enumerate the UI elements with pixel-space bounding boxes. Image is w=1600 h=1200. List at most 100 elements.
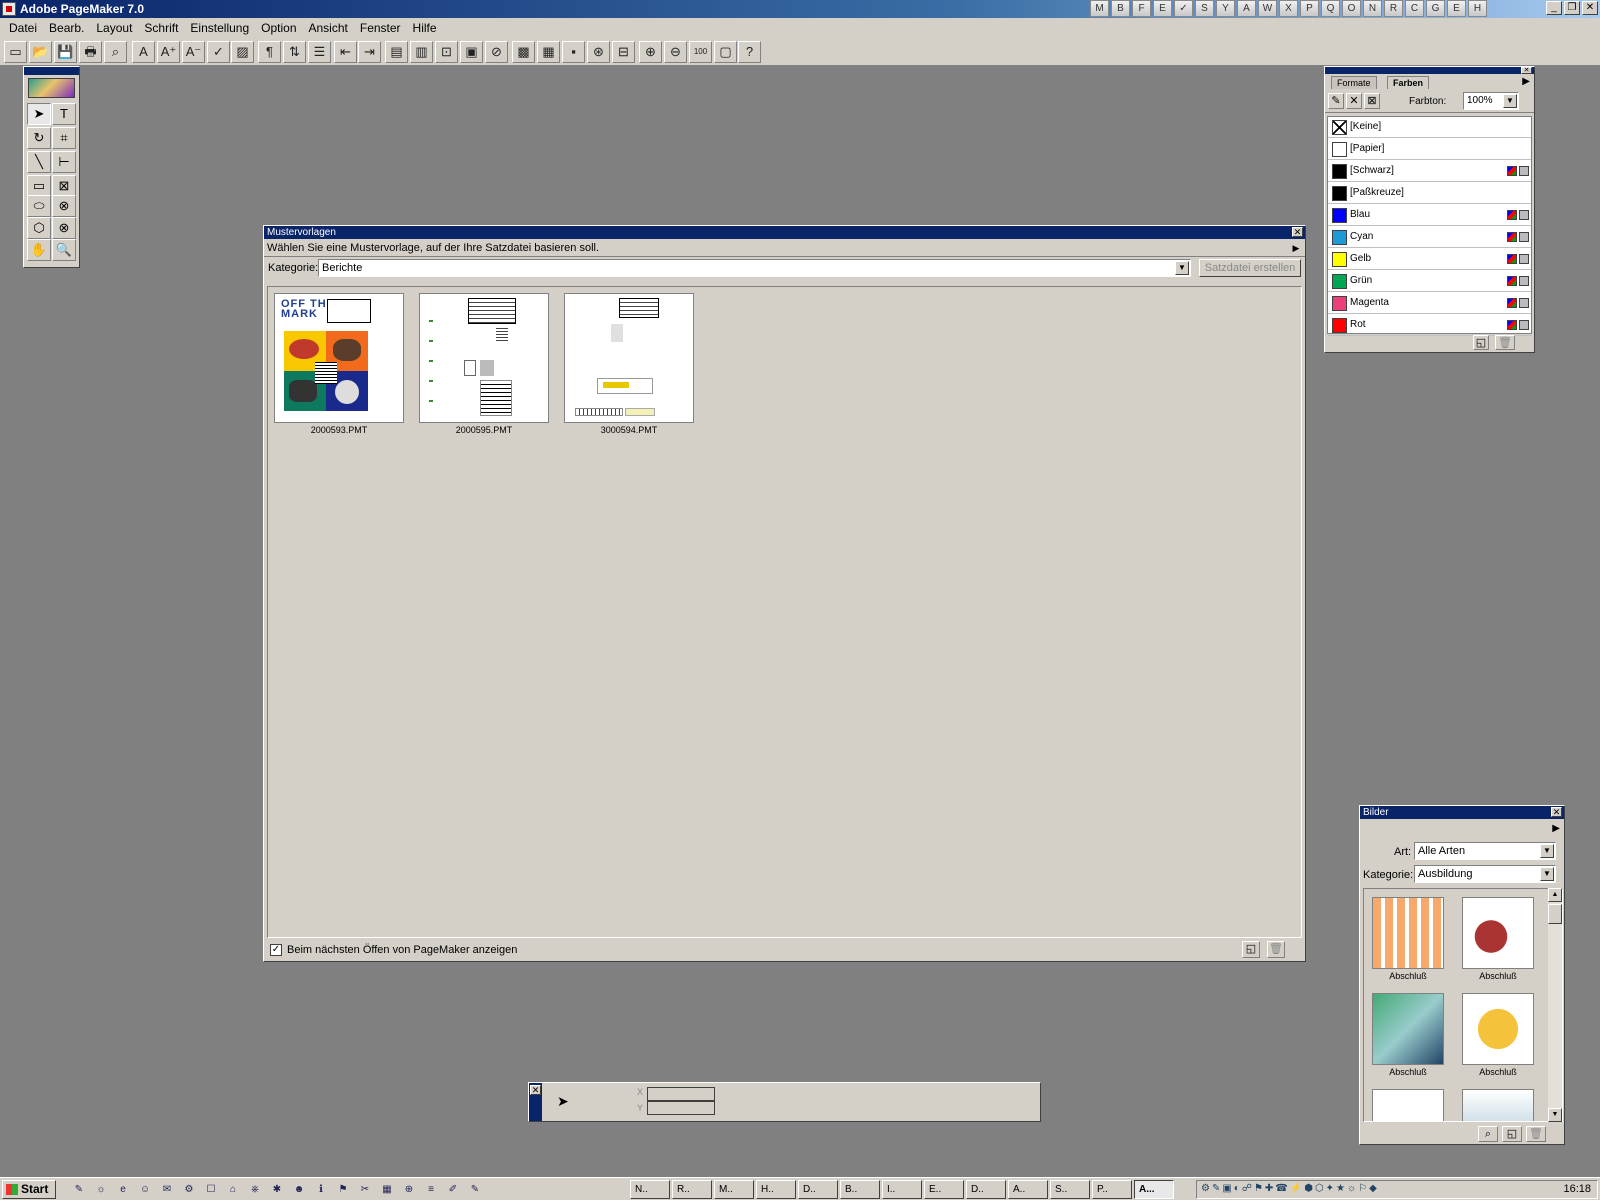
image-thumbnail[interactable] [1372,1089,1444,1121]
image-thumbnail[interactable] [1462,1089,1534,1121]
find-icon[interactable]: ⌕ [104,41,127,63]
taskbar-task-button[interactable]: H.. [756,1180,796,1199]
templates-category-select[interactable]: Berichte ▼ [318,259,1191,277]
title-launch-icon[interactable]: F [1132,0,1151,17]
taskbar-task-button[interactable]: S.. [1050,1180,1090,1199]
title-launch-icon[interactable]: P [1300,0,1319,17]
decrease-size-icon[interactable]: A⁻ [182,41,205,63]
taskbar-task-button[interactable]: E.. [924,1180,964,1199]
title-launch-icon[interactable]: E [1447,0,1466,17]
quick-launch-icon[interactable]: ☐ [202,1181,220,1198]
scroll-thumb[interactable] [1548,904,1562,924]
quick-launch-icon[interactable]: ✐ [444,1181,462,1198]
100-percent-icon[interactable]: 100 [689,41,712,63]
quick-launch-icon[interactable]: ⎈ [246,1181,264,1198]
indent-left-icon[interactable]: ⇤ [334,41,357,63]
templates-title-bar[interactable]: Mustervorlagen ✕ [264,226,1305,239]
taskbar-task-button[interactable]: D.. [966,1180,1006,1199]
taskbar-task-button[interactable]: A... [1134,1180,1174,1199]
binoculars-icon[interactable]: ⌕ [1478,1126,1498,1142]
bullets-icon[interactable]: ☰ [308,41,331,63]
quick-launch-icon[interactable]: ✱ [268,1181,286,1198]
quick-launch-icon[interactable]: e [114,1181,132,1198]
zoom-tool-icon[interactable]: 🔍 [52,239,76,261]
quick-launch-icon[interactable]: ℹ [312,1181,330,1198]
trash-icon[interactable]: 🗑 [1267,941,1285,958]
chevron-down-icon[interactable]: ▼ [1540,844,1554,858]
zoom-out-icon[interactable]: ⊖ [664,41,687,63]
quick-launch-icon[interactable]: ☼ [92,1181,110,1198]
crop-tool-icon[interactable]: ⌗ [52,127,76,149]
new-template-icon[interactable]: ◱ [1242,941,1260,958]
templates-close-button[interactable]: ✕ [1292,227,1303,237]
fill-icon[interactable]: ▨ [231,41,254,63]
trash-icon[interactable]: 🗑 [1526,1126,1546,1142]
title-launch-icon[interactable]: S [1195,0,1214,17]
quick-launch-icon[interactable]: ▦ [378,1181,396,1198]
place-icon[interactable]: ⊡ [435,41,458,63]
taskbar-task-button[interactable]: M.. [714,1180,754,1199]
title-launch-icon[interactable]: H [1468,0,1487,17]
quick-launch-icon[interactable]: ⊕ [400,1181,418,1198]
template-thumbnail[interactable] [419,293,549,423]
menu-ansicht[interactable]: Ansicht [303,21,354,35]
quick-launch-icon[interactable]: ⌂ [224,1181,242,1198]
fill-and-stroke-icon[interactable]: ⊠ [1364,93,1380,109]
new-image-icon[interactable]: ◱ [1502,1126,1522,1142]
stroke-icon[interactable]: ✎ [1328,93,1344,109]
image-icon[interactable]: ▦ [537,41,560,63]
quick-launch-icon[interactable]: ⚙ [180,1181,198,1198]
quick-launch-icon[interactable]: ✎ [70,1181,88,1198]
taskbar-task-button[interactable]: B.. [840,1180,880,1199]
rotate-tool-icon[interactable]: ↻ [27,127,51,149]
tab-formate[interactable]: Formate [1331,76,1377,89]
character-spec-icon[interactable]: A [132,41,155,63]
new-document-icon[interactable]: ▭ [4,41,27,63]
menu-option[interactable]: Option [255,21,302,35]
quick-launch-icon[interactable]: ☺ [136,1181,154,1198]
title-launch-icon[interactable]: Q [1321,0,1340,17]
new-color-icon[interactable]: ◱ [1473,335,1489,350]
polygon-frame-tool-icon[interactable]: ⊗ [52,217,76,239]
title-launch-icon[interactable]: B [1111,0,1130,17]
title-launch-icon[interactable]: M [1090,0,1109,17]
image-thumbnail[interactable] [1372,897,1444,969]
pages-icon[interactable]: ▥ [410,41,433,63]
control-palette-caption[interactable]: ✕ [529,1083,542,1121]
title-launch-icon[interactable]: G [1426,0,1445,17]
color-swatch-row[interactable]: [Keine] [1328,117,1531,138]
image-thumbnail[interactable] [1462,993,1534,1065]
templates-menu-arrow-icon[interactable]: ▶ [1290,241,1302,255]
taskbar-task-button[interactable]: D.. [798,1180,838,1199]
rectangle-frame-tool-icon[interactable]: ⊠ [52,175,76,197]
scroll-down-icon[interactable]: ▼ [1548,1108,1562,1122]
open-icon[interactable]: 📂 [29,41,52,63]
taskbar-task-button[interactable]: I.. [882,1180,922,1199]
quick-launch-icon[interactable]: ⚑ [334,1181,352,1198]
taskbar-task-button[interactable]: R.. [672,1180,712,1199]
menu-layout[interactable]: Layout [90,21,138,35]
restore-button[interactable]: ❐ [1564,1,1580,15]
print-icon[interactable]: 🖶 [79,41,102,63]
color-swatch-row[interactable]: Blau [1328,205,1531,226]
start-button[interactable]: Start [2,1180,56,1199]
show-on-startup-checkbox[interactable]: ✓ [270,944,282,956]
line-tool-icon[interactable]: ╲ [27,151,51,173]
title-launch-icon[interactable]: X [1279,0,1298,17]
tab-farben[interactable]: Farben [1387,76,1430,89]
images-panel-menu-arrow-icon[interactable]: ▶ [1552,823,1560,834]
images-type-select[interactable]: Alle Arten ▼ [1414,842,1556,860]
template-thumbnail[interactable]: OFF THE MARK [274,293,404,423]
title-launch-icon[interactable]: O [1342,0,1361,17]
zoom-in-icon[interactable]: ⊕ [639,41,662,63]
menu-datei[interactable]: Datei [3,21,43,35]
colors-panel-caption[interactable]: ✕ [1325,67,1534,74]
quick-launch-icon[interactable]: ☻ [290,1181,308,1198]
title-launch-icon[interactable]: W [1258,0,1277,17]
title-launch-icon[interactable]: ✓ [1174,0,1193,17]
pointer-tool-icon[interactable]: ➤ [27,103,51,125]
tint-select[interactable]: 100% ▼ [1463,92,1519,110]
save-icon[interactable]: 💾 [54,41,77,63]
images-panel-close-button[interactable]: ✕ [1551,807,1562,817]
create-document-button[interactable]: Satzdatei erstellen [1199,259,1301,277]
